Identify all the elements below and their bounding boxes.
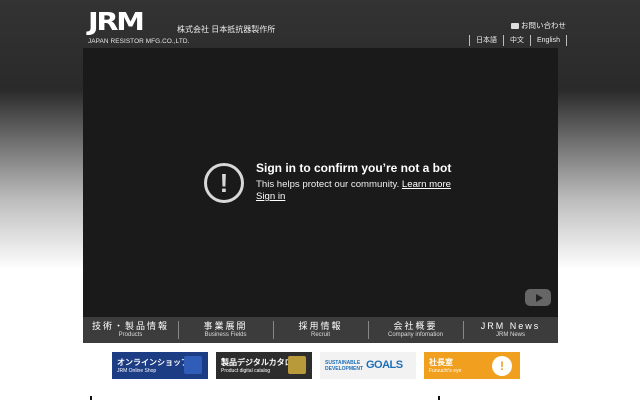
sign-in-link[interactable]: Sign in xyxy=(256,191,285,202)
nav-jrm-news[interactable]: JRM News JRM News xyxy=(463,317,558,343)
nav-company-info[interactable]: 会社概要 Company infomation xyxy=(368,317,463,343)
digital-catalog-banner[interactable]: 製品デジタルカタログ Product digital catalog xyxy=(216,352,312,379)
video-error-body: This helps protect our community. Learn … xyxy=(256,179,451,190)
nav-business-fields[interactable]: 事業展開 Business Fields xyxy=(178,317,273,343)
lang-japanese[interactable]: 日本語 xyxy=(470,35,504,46)
main-nav: 技術・製品情報 Products 事業展開 Business Fields 採用… xyxy=(83,317,558,343)
divider xyxy=(438,396,440,400)
warning-icon: ! xyxy=(204,163,244,203)
sdgs-goals-logo: GOALS xyxy=(366,359,403,371)
online-shop-banner[interactable]: オンラインショップ JRM Online Shop xyxy=(112,352,208,379)
embedded-video[interactable]: ! Sign in to confirm you’re not a bot Th… xyxy=(83,48,558,317)
nav-recruit[interactable]: 採用情報 Recruit xyxy=(273,317,368,343)
video-error-title: Sign in to confirm you’re not a bot xyxy=(256,161,452,175)
lang-english[interactable]: English xyxy=(531,35,567,46)
sdgs-banner[interactable]: SUSTAINABLE DEVELOPMENT GOALS xyxy=(320,352,416,379)
language-switcher: 日本語 中文 English xyxy=(469,35,567,46)
contact-link[interactable]: お問い合わせ xyxy=(511,20,566,31)
mail-icon xyxy=(511,22,519,29)
logo-subtitle: JAPAN RESISTOR MFG.CO.,LTD. xyxy=(88,38,190,45)
exclamation-icon: ! xyxy=(492,356,512,376)
play-icon xyxy=(535,293,543,302)
nav-products[interactable]: 技術・製品情報 Products xyxy=(83,317,178,343)
learn-more-link[interactable]: Learn more xyxy=(402,179,451,190)
jrm-logo[interactable]: JRM xyxy=(88,9,145,35)
president-office-banner[interactable]: 社長室 Furuuchi's eye ! xyxy=(424,352,520,379)
youtube-logo-icon[interactable] xyxy=(525,289,551,306)
contact-label: お問い合わせ xyxy=(521,21,566,30)
cart-icon xyxy=(184,356,202,374)
site-header: JRM JAPAN RESISTOR MFG.CO.,LTD. 株式会社 日本抵… xyxy=(0,0,640,48)
divider xyxy=(90,396,92,400)
catalog-icon xyxy=(288,356,306,374)
company-name: 株式会社 日本抵抗器製作所 xyxy=(177,25,276,34)
lang-chinese[interactable]: 中文 xyxy=(504,35,531,46)
